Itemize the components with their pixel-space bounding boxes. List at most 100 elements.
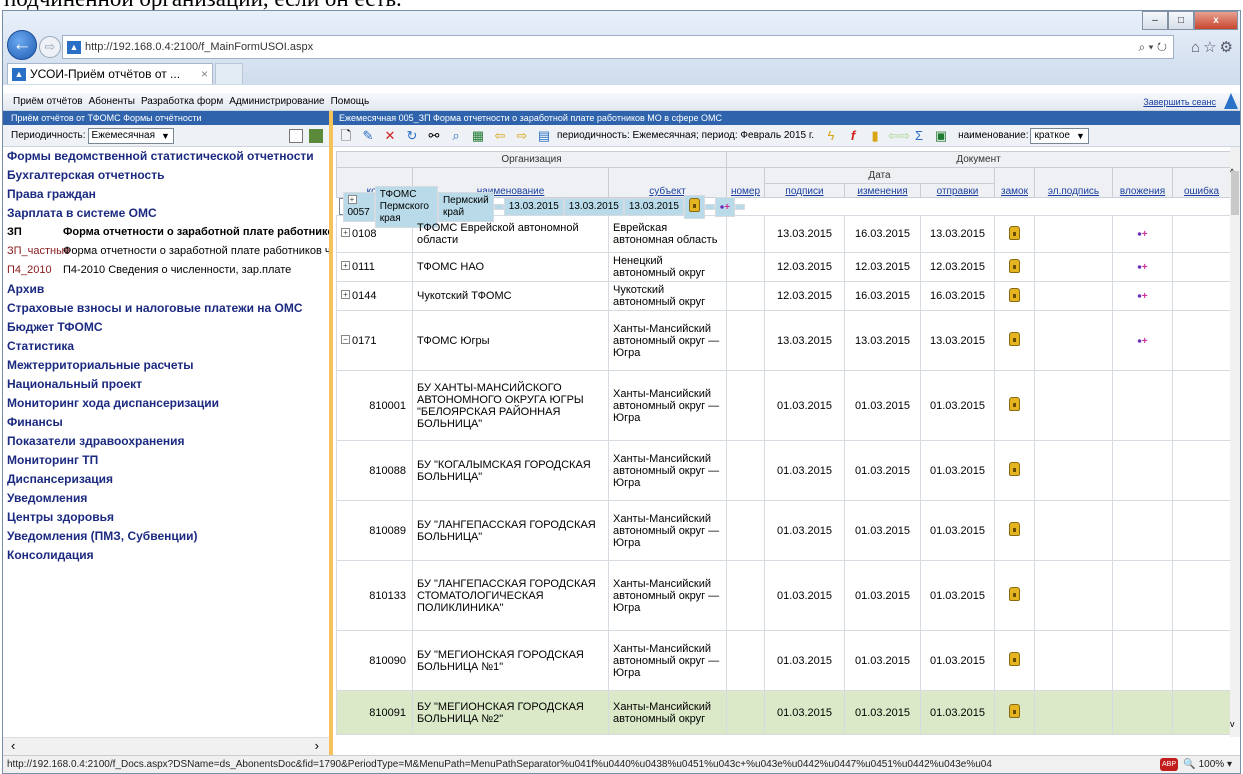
periodicity-select[interactable]: Ежемесячная ▼ bbox=[87, 127, 174, 144]
lock-icon[interactable] bbox=[1009, 704, 1020, 718]
name-mode-select[interactable]: краткое ▼ bbox=[1030, 127, 1089, 144]
lock-icon[interactable] bbox=[1009, 652, 1020, 666]
delete-icon[interactable]: ✕ bbox=[381, 128, 399, 144]
scroll-thumb[interactable] bbox=[1231, 171, 1239, 215]
tree-item[interactable]: Бюджет ТФОМС bbox=[3, 318, 329, 337]
menu-admin[interactable]: Администрирование bbox=[229, 96, 324, 107]
tree-item[interactable]: Диспансеризация bbox=[3, 470, 329, 489]
home-star-gear-icons[interactable]: ⌂☆⚙ bbox=[1191, 38, 1236, 56]
browser-tab[interactable]: ▲ УСОИ-Приём отчётов от ... × bbox=[7, 63, 213, 84]
sum-icon[interactable]: Σ bbox=[910, 128, 928, 144]
tree-item[interactable]: Зарплата в системе ОМС bbox=[3, 204, 329, 223]
grid-vscrollbar[interactable]: ^v bbox=[1230, 147, 1240, 737]
col-sign-date[interactable]: подписи bbox=[764, 183, 845, 198]
calendar-icon[interactable]: ▤ bbox=[535, 128, 553, 144]
close-window-button[interactable]: x bbox=[1194, 11, 1238, 30]
tree-item[interactable]: Уведомления (ПМЗ, Субвенции) bbox=[3, 527, 329, 546]
col-change-date[interactable]: изменения bbox=[844, 183, 921, 198]
lock-icon[interactable] bbox=[1009, 287, 1020, 302]
forward-arrow-icon[interactable]: ⇨ bbox=[39, 36, 61, 58]
zoom-level[interactable]: 🔍 100% ▾ bbox=[1183, 759, 1232, 770]
table-row[interactable]: +0057 ТФОМС Пермского края Пермский край 13… bbox=[338, 185, 746, 228]
tree-subitem[interactable]: П4_2010 П4-2010 Сведения о численности, з… bbox=[3, 261, 329, 280]
tree-item[interactable]: Межтерриториальные расчеты bbox=[3, 356, 329, 375]
function-icon[interactable]: f bbox=[844, 128, 862, 144]
table-row[interactable]: 810089 БУ "ЛАНГЕПАССКАЯ ГОРОДСКАЯ БОЛЬНИЦ… bbox=[336, 500, 1230, 561]
attachment-icon[interactable]: 🞄+ bbox=[1137, 333, 1147, 348]
tree-item[interactable]: Архив bbox=[3, 280, 329, 299]
col-number[interactable]: номер bbox=[726, 167, 765, 198]
lock-icon[interactable] bbox=[1009, 587, 1020, 601]
attachment-icon[interactable]: 🞄+ bbox=[1137, 288, 1147, 303]
expand-toggle-icon[interactable]: + bbox=[341, 290, 350, 299]
table-row[interactable]: +0144 Чукотский ТФОМС Чукотский автономный… bbox=[336, 281, 1230, 311]
lock-icon[interactable] bbox=[1009, 258, 1020, 273]
lock-icon[interactable] bbox=[688, 197, 700, 212]
menu-form-dev[interactable]: Разработка форм bbox=[141, 96, 223, 107]
lock-icon[interactable]: ▮ bbox=[866, 128, 884, 144]
menu-subscribers[interactable]: Абоненты bbox=[89, 96, 135, 107]
lock-icon[interactable] bbox=[1009, 225, 1020, 240]
arrows-icon[interactable]: ⇦⇨ bbox=[888, 128, 910, 144]
tree-item[interactable]: Страховые взносы и налоговые платежи на … bbox=[3, 299, 329, 318]
address-url[interactable]: http://192.168.0.4:2100/f_MainFormUSOI.a… bbox=[85, 41, 313, 53]
document-icon[interactable] bbox=[289, 129, 303, 143]
attachment-icon[interactable]: 🞄+ bbox=[720, 199, 730, 214]
expand-toggle-icon[interactable]: + bbox=[347, 194, 357, 204]
document-green-icon[interactable]: ▣ bbox=[932, 128, 950, 144]
table-row[interactable]: 810090 БУ "МЕГИОНСКАЯ ГОРОДСКАЯ БОЛЬНИЦА … bbox=[336, 630, 1230, 691]
new-doc-icon[interactable]: 🗋 bbox=[337, 128, 355, 144]
col-esign[interactable]: эл.подпись bbox=[1034, 167, 1113, 198]
panel-splitter[interactable] bbox=[329, 111, 333, 755]
back-arrow-icon[interactable]: ← bbox=[7, 30, 37, 60]
address-bar[interactable]: ▲ http://192.168.0.4:2100/f_MainFormUSOI… bbox=[62, 35, 1174, 59]
col-lock[interactable]: замок bbox=[994, 167, 1035, 198]
tree-item[interactable]: Мониторинг ТП bbox=[3, 451, 329, 470]
edit-icon[interactable]: ✎ bbox=[359, 128, 377, 144]
maximize-button[interactable]: □ bbox=[1168, 11, 1194, 30]
tree-item[interactable]: Финансы bbox=[3, 413, 329, 432]
menu-help[interactable]: Помощь bbox=[331, 96, 370, 107]
binoculars-icon[interactable]: ⚯ bbox=[425, 128, 443, 144]
lock-icon[interactable] bbox=[1009, 522, 1020, 536]
tree-item[interactable]: Права граждан bbox=[3, 185, 329, 204]
tree-item[interactable]: Бухгалтерская отчетность bbox=[3, 166, 329, 185]
expand-toggle-icon[interactable]: − bbox=[341, 334, 350, 344]
table-row[interactable]: +0111 ТФОМС НАО Ненецкий автономный округ 1… bbox=[336, 252, 1230, 282]
table-row[interactable]: 810001 БУ ХАНТЫ-МАНСИЙСКОГО АВТОНОМНОГО О… bbox=[336, 370, 1230, 441]
lock-icon[interactable] bbox=[1009, 397, 1020, 411]
table-row[interactable]: 810091 БУ "МЕГИОНСКАЯ ГОРОДСКАЯ БОЛЬНИЦА … bbox=[336, 690, 1230, 735]
scroll-down-icon[interactable]: v bbox=[1230, 719, 1235, 729]
tree-item[interactable]: Статистика bbox=[3, 337, 329, 356]
tree-item[interactable]: Национальный проект bbox=[3, 375, 329, 394]
expand-toggle-icon[interactable]: + bbox=[341, 261, 350, 270]
lock-icon[interactable] bbox=[1009, 462, 1020, 476]
new-tab-button[interactable] bbox=[215, 63, 243, 84]
tab-close-icon[interactable]: × bbox=[201, 67, 208, 81]
lightning-icon[interactable]: ϟ bbox=[822, 128, 840, 144]
next-period-icon[interactable]: ⇨ bbox=[513, 128, 531, 144]
adblock-icon[interactable]: ABP bbox=[1160, 758, 1178, 771]
col-subject[interactable]: субъект bbox=[608, 167, 727, 198]
menu-reports[interactable]: Приём отчётов bbox=[13, 96, 83, 107]
tree-item[interactable]: Формы ведомственной статистической отчет… bbox=[3, 147, 329, 166]
search-refresh-icon[interactable]: ⌕ ▾ ↻ bbox=[1138, 40, 1167, 55]
logout-link[interactable]: Завершить сеанс bbox=[1143, 97, 1216, 107]
refresh-icon[interactable]: ↻ bbox=[403, 128, 421, 144]
col-send-date[interactable]: отправки bbox=[920, 183, 995, 198]
tree-subitem[interactable]: ЗП Форма отчетности о заработной плате ра… bbox=[3, 223, 329, 242]
tree-item[interactable]: Мониторинг хода диспансеризации bbox=[3, 394, 329, 413]
tree-item[interactable]: Уведомления bbox=[3, 489, 329, 508]
table-row[interactable]: 810133 БУ "ЛАНГЕПАССКАЯ ГОРОДСКАЯ СТОМАТО… bbox=[336, 560, 1230, 631]
prev-period-icon[interactable]: ⇦ bbox=[491, 128, 509, 144]
scroll-left-icon[interactable]: ‹ bbox=[11, 738, 15, 753]
table-row[interactable]: +0108 ТФОМС Еврейской автономной области Е… bbox=[336, 215, 1230, 253]
table-row[interactable]: 810088 БУ "КОГАЛЫМСКАЯ ГОРОДСКАЯ БОЛЬНИЦА… bbox=[336, 440, 1230, 501]
tree-item[interactable]: Консолидация bbox=[3, 546, 329, 565]
export-icon[interactable] bbox=[309, 129, 323, 143]
table-row[interactable]: −0171 ТФОМС Югры Ханты-Мансийский автономн… bbox=[336, 310, 1230, 371]
attachment-icon[interactable]: 🞄+ bbox=[1137, 259, 1147, 274]
expand-toggle-icon[interactable]: + bbox=[341, 228, 350, 237]
excel-icon[interactable]: ▦ bbox=[469, 128, 487, 144]
tree-subitem[interactable]: ЗП_частные Форма отчетности о заработной … bbox=[3, 242, 329, 261]
